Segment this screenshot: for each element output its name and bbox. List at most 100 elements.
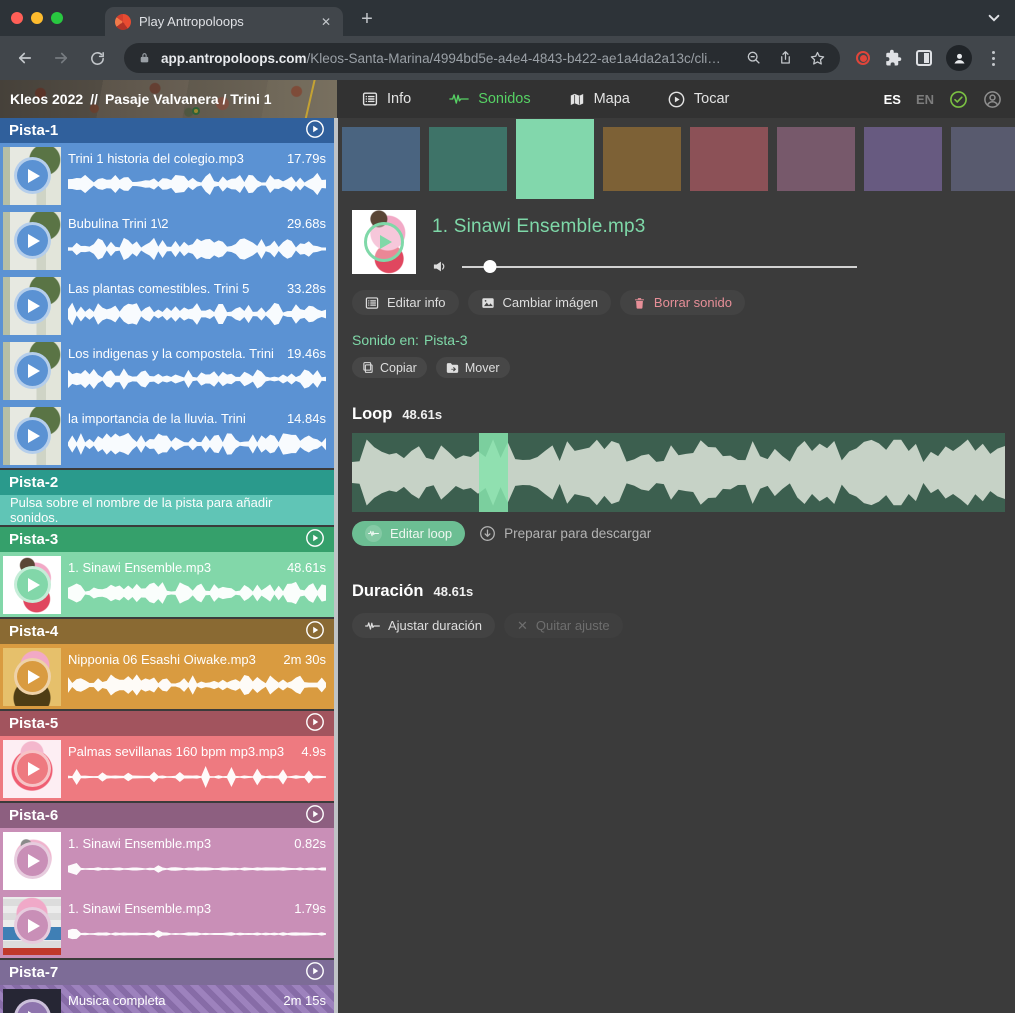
address-bar[interactable]: app.antropoloops.com/Kleos-Santa-Marina/…: [124, 43, 840, 73]
clip-play-button[interactable]: [14, 352, 51, 389]
share-icon[interactable]: [778, 50, 793, 66]
clip-item[interactable]: Musica completa2m 15s: [0, 985, 334, 1013]
track-header[interactable]: Pista-7: [0, 960, 334, 985]
clip-waveform[interactable]: [68, 856, 326, 882]
clip-item[interactable]: Nipponia 06 Esashi Oiwake.mp32m 30s: [0, 644, 334, 709]
track-name[interactable]: Pista-4: [9, 623, 58, 640]
clip-title[interactable]: Bubulina Trini 1\2: [68, 216, 168, 231]
nav-tab-sonidos[interactable]: Sonidos: [449, 91, 530, 107]
track-header[interactable]: Pista-1: [0, 118, 334, 143]
clip-waveform[interactable]: [68, 764, 326, 790]
browser-menu-icon[interactable]: [986, 51, 1001, 66]
clip-title[interactable]: Los indigenas y la compostela. Trini: [68, 346, 274, 361]
clip-waveform[interactable]: [68, 431, 326, 457]
edit-info-button[interactable]: Editar info: [352, 290, 459, 315]
clip-item[interactable]: Bubulina Trini 1\229.68s: [0, 208, 334, 273]
breadcrumb-project[interactable]: Kleos 2022: [10, 91, 83, 107]
clip-thumbnail[interactable]: [3, 277, 61, 335]
track-name[interactable]: Pista-6: [9, 807, 58, 824]
clip-title[interactable]: 1. Sinawi Ensemble.mp3: [68, 560, 211, 575]
sound-image[interactable]: [352, 210, 416, 274]
clip-title[interactable]: 1. Sinawi Ensemble.mp3: [68, 836, 211, 851]
track-name[interactable]: Pista-5: [9, 715, 58, 732]
clip-play-button[interactable]: [14, 566, 51, 603]
track-play-button[interactable]: [305, 804, 325, 828]
clip-play-button[interactable]: [14, 658, 51, 695]
sidebar-scrollbar[interactable]: [334, 118, 338, 1013]
clip-title[interactable]: Nipponia 06 Esashi Oiwake.mp3: [68, 652, 256, 667]
clip-thumbnail[interactable]: [3, 407, 61, 465]
clip-waveform[interactable]: [68, 921, 326, 947]
clip-waveform[interactable]: [68, 366, 326, 392]
track-name[interactable]: Pista-2: [9, 474, 58, 491]
bookmark-star-icon[interactable]: [809, 50, 826, 67]
loop-waveform[interactable]: [352, 433, 1005, 512]
reload-button[interactable]: [82, 43, 112, 73]
clip-item[interactable]: 1. Sinawi Ensemble.mp31.79s: [0, 893, 334, 958]
profile-avatar[interactable]: [946, 45, 972, 71]
clip-play-button[interactable]: [14, 907, 51, 944]
delete-sound-button[interactable]: Borrar sonido: [620, 290, 745, 315]
clip-thumbnail[interactable]: [3, 989, 61, 1013]
track-color-swatch[interactable]: [951, 127, 1015, 191]
track-color-swatch[interactable]: [777, 127, 855, 191]
clip-play-button[interactable]: [14, 750, 51, 787]
language-en[interactable]: EN: [916, 92, 934, 107]
clip-waveform[interactable]: [68, 236, 326, 262]
clip-play-button[interactable]: [14, 222, 51, 259]
clip-play-button[interactable]: [14, 417, 51, 454]
clip-waveform[interactable]: [68, 171, 326, 197]
account-icon[interactable]: [983, 90, 1002, 109]
track-play-button[interactable]: [305, 620, 325, 644]
clip-waveform[interactable]: [68, 580, 326, 606]
copy-button[interactable]: Copiar: [352, 357, 427, 378]
clip-title[interactable]: Musica completa: [68, 993, 166, 1008]
track-name[interactable]: Pista-3: [9, 531, 58, 548]
track-color-swatch[interactable]: [603, 127, 681, 191]
clip-item[interactable]: la importancia de la lluvia. Trini14.84s: [0, 403, 334, 468]
browser-tab[interactable]: Play Antropoloops ✕: [105, 7, 343, 36]
sound-in-track-link[interactable]: Pista-3: [424, 332, 468, 348]
side-panel-icon[interactable]: [916, 50, 932, 66]
clip-play-button[interactable]: [14, 999, 51, 1013]
adjust-duration-button[interactable]: Ajustar duración: [352, 613, 495, 638]
track-header[interactable]: Pista-4: [0, 619, 334, 644]
clip-item[interactable]: 1. Sinawi Ensemble.mp348.61s: [0, 552, 334, 617]
move-button[interactable]: Mover: [436, 357, 510, 378]
clip-item[interactable]: Palmas sevillanas 160 bpm mp3.mp34.9s: [0, 736, 334, 801]
change-image-button[interactable]: Cambiar imágen: [468, 290, 611, 315]
clip-item[interactable]: Los indigenas y la compostela. Trini19.4…: [0, 338, 334, 403]
language-es[interactable]: ES: [884, 92, 901, 107]
volume-speaker-icon[interactable]: [432, 259, 448, 274]
clip-thumbnail[interactable]: [3, 342, 61, 400]
track-header[interactable]: Pista-6: [0, 803, 334, 828]
track-color-swatch[interactable]: [342, 127, 420, 191]
volume-slider[interactable]: [462, 266, 857, 268]
clip-thumbnail[interactable]: [3, 740, 61, 798]
nav-tab-info[interactable]: Info: [362, 91, 411, 107]
volume-knob[interactable]: [483, 260, 496, 273]
recording-extension-icon[interactable]: [856, 51, 870, 65]
tab-search-chevron-icon[interactable]: [987, 11, 1001, 30]
clip-item[interactable]: Las plantas comestibles. Trini 533.28s: [0, 273, 334, 338]
clip-title[interactable]: 1. Sinawi Ensemble.mp3: [68, 901, 211, 916]
zoom-window-button[interactable]: [51, 12, 63, 24]
clip-waveform[interactable]: [68, 672, 326, 698]
minimize-window-button[interactable]: [31, 12, 43, 24]
clip-thumbnail[interactable]: [3, 556, 61, 614]
track-header[interactable]: Pista-5: [0, 711, 334, 736]
loop-playhead[interactable]: [479, 433, 508, 512]
track-color-swatch[interactable]: [429, 127, 507, 191]
track-play-button[interactable]: [305, 528, 325, 552]
edit-loop-button[interactable]: Editar loop: [352, 521, 465, 546]
remove-adjust-button[interactable]: ✕ Quitar ajuste: [504, 613, 623, 638]
sound-play-button[interactable]: [364, 222, 404, 262]
new-tab-button[interactable]: +: [353, 6, 381, 34]
prepare-download-button[interactable]: Preparar para descargar: [479, 525, 651, 542]
back-button[interactable]: [10, 43, 40, 73]
breadcrumb[interactable]: Kleos 2022//Pasaje Valvanera / Trini 1: [0, 91, 340, 107]
extensions-puzzle-icon[interactable]: [884, 49, 902, 67]
breadcrumb-page[interactable]: Pasaje Valvanera / Trini 1: [105, 91, 272, 107]
track-name[interactable]: Pista-7: [9, 964, 58, 981]
clip-title[interactable]: Las plantas comestibles. Trini 5: [68, 281, 249, 296]
